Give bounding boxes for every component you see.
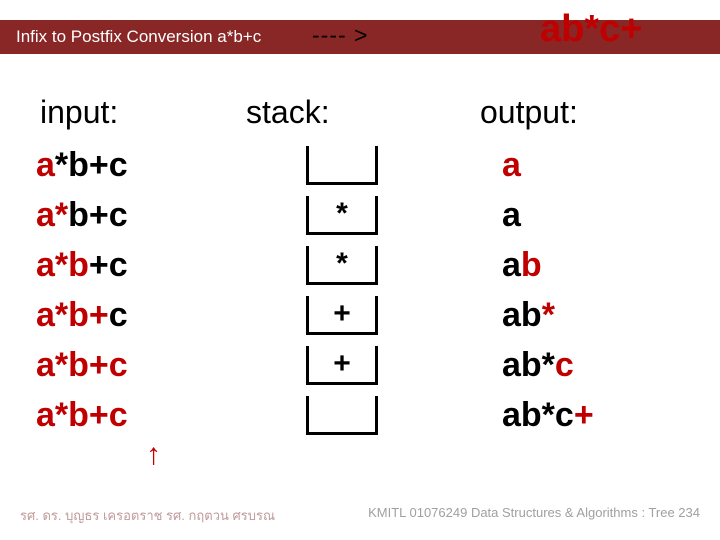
input-processed: a*b+c	[36, 346, 128, 384]
stack-cell	[242, 396, 442, 435]
col-header-stack: stack:	[246, 94, 330, 131]
output-existing: a	[502, 196, 521, 234]
stack-cell: *	[242, 246, 442, 285]
footer-authors: รศ. ดร. บุญธร เครอตราช รศ. กฤตวน ศรบรณ	[20, 505, 275, 526]
input-remaining: *b+c	[55, 146, 128, 184]
input-cell: a*b+c	[0, 296, 242, 335]
header-result: ab*c+	[540, 8, 642, 51]
stack-box: *	[306, 196, 378, 235]
input-remaining: c	[109, 296, 128, 334]
output-new: +	[574, 396, 594, 434]
footer-course: KMITL 01076249 Data Structures & Algorit…	[368, 505, 700, 526]
output-cell: a	[442, 196, 521, 235]
input-processed: a*b+c	[36, 396, 128, 434]
output-existing: ab*c	[502, 396, 574, 434]
input-cell: a*b+c	[0, 196, 242, 235]
table-row: a*b+ca	[0, 140, 720, 190]
output-existing: a	[502, 246, 521, 284]
col-header-output: output:	[480, 94, 578, 131]
table-row: a*b+c + ab*	[0, 290, 720, 340]
output-cell: ab	[442, 246, 542, 285]
output-new: *	[542, 296, 555, 334]
conversion-table: a*b+caa*b+c*aa*b+c*aba*b+c+ab*a*b+c+ab*c…	[0, 140, 720, 440]
output-cell: ab*c+	[442, 396, 594, 435]
header-title: Infix to Postfix Conversion a*b+c	[16, 27, 261, 47]
table-row: a*b+c + ab*c	[0, 340, 720, 390]
input-cell: a*b+c	[0, 246, 242, 285]
header-arrow: ---- >	[312, 22, 368, 49]
output-cell: ab*c	[442, 346, 574, 385]
input-remaining: b+c	[68, 196, 128, 234]
stack-box: +	[306, 346, 378, 385]
table-row: a*b+c * ab	[0, 240, 720, 290]
cursor-arrow-icon: ↑	[146, 438, 161, 472]
input-cell: a*b+c	[0, 346, 242, 385]
stack-box	[306, 146, 378, 185]
output-cell: ab*	[442, 296, 555, 335]
input-remaining: +c	[89, 246, 128, 284]
stack-box: *	[306, 246, 378, 285]
table-row: a*b+c ab*c+	[0, 390, 720, 440]
input-processed: a	[36, 146, 55, 184]
input-processed: a*b	[36, 246, 89, 284]
stack-box	[306, 396, 378, 435]
output-existing: ab	[502, 296, 542, 334]
stack-cell: *	[242, 196, 442, 235]
input-cell: a*b+c	[0, 146, 242, 185]
table-row: a*b+c * a	[0, 190, 720, 240]
output-existing: ab*	[502, 346, 555, 384]
input-cell: a*b+c	[0, 396, 242, 435]
stack-cell: +	[242, 346, 442, 385]
slide-footer: รศ. ดร. บุญธร เครอตราช รศ. กฤตวน ศรบรณ K…	[0, 505, 720, 526]
stack-box: +	[306, 296, 378, 335]
output-new: c	[555, 346, 574, 384]
col-header-input: input:	[40, 94, 118, 131]
stack-cell	[242, 146, 442, 185]
input-processed: a*	[36, 196, 68, 234]
output-cell: a	[442, 146, 521, 185]
output-new: a	[502, 146, 521, 184]
input-processed: a*b+	[36, 296, 109, 334]
output-new: b	[521, 246, 542, 284]
stack-cell: +	[242, 296, 442, 335]
